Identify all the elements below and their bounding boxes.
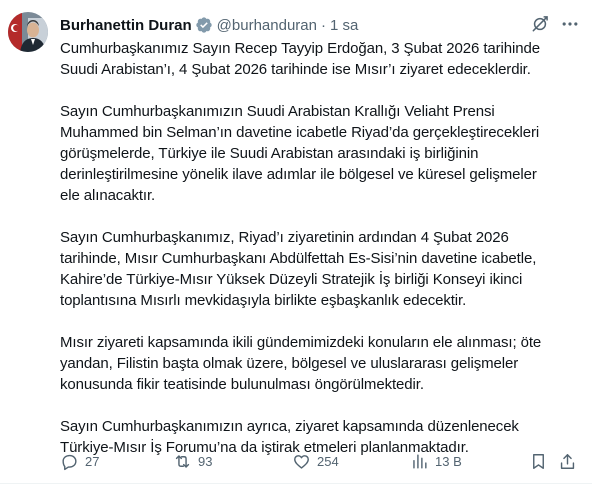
grok-icon[interactable] — [530, 14, 550, 34]
repost-button[interactable]: 93 — [173, 450, 212, 472]
author-name[interactable]: Burhanettin Duran — [60, 17, 192, 34]
repost-count: 93 — [198, 453, 213, 469]
verified-badge-icon — [195, 16, 213, 34]
post-time[interactable]: 1 sa — [330, 17, 358, 34]
tweet-paragraph: Sayın Cumhurbaşkanımızın Suudi Arabistan… — [60, 103, 540, 204]
share-button[interactable] — [558, 450, 577, 472]
action-bar: 27 93 254 13 B — [60, 450, 580, 472]
views-button[interactable]: 13 B — [410, 450, 462, 472]
tweet-paragraph: Mısır ziyareti kapsamında ikili gündemim… — [60, 334, 542, 393]
repost-icon — [175, 454, 190, 468]
author-handle[interactable]: @burhanduran — [217, 17, 317, 34]
more-icon[interactable] — [560, 14, 580, 34]
tweet[interactable]: Burhanettin Duran @burhanduran · 1 sa Cu… — [0, 0, 592, 484]
like-count: 254 — [317, 453, 339, 469]
reply-icon — [62, 454, 77, 470]
tweet-header: Burhanettin Duran @burhanduran · 1 sa — [60, 14, 578, 36]
views-icon — [413, 453, 427, 469]
tweet-paragraph: Sayın Cumhurbaşkanımız, Riyad’ı ziyareti… — [60, 229, 537, 309]
header-separator: · — [320, 16, 326, 34]
tweet-paragraph: Cumhurbaşkanımız Sayın Recep Tayyip Erdo… — [60, 40, 540, 78]
reply-count: 27 — [85, 453, 100, 469]
heart-icon — [294, 454, 309, 469]
bookmark-button[interactable] — [529, 450, 548, 472]
avatar[interactable] — [8, 12, 48, 52]
share-icon — [560, 453, 575, 469]
bookmark-icon — [533, 453, 544, 469]
tweet-text: Cumhurbaşkanımız Sayın Recep Tayyip Erdo… — [60, 38, 582, 458]
like-button[interactable]: 254 — [292, 450, 339, 472]
views-count: 13 B — [435, 453, 462, 469]
reply-button[interactable]: 27 — [60, 450, 99, 472]
